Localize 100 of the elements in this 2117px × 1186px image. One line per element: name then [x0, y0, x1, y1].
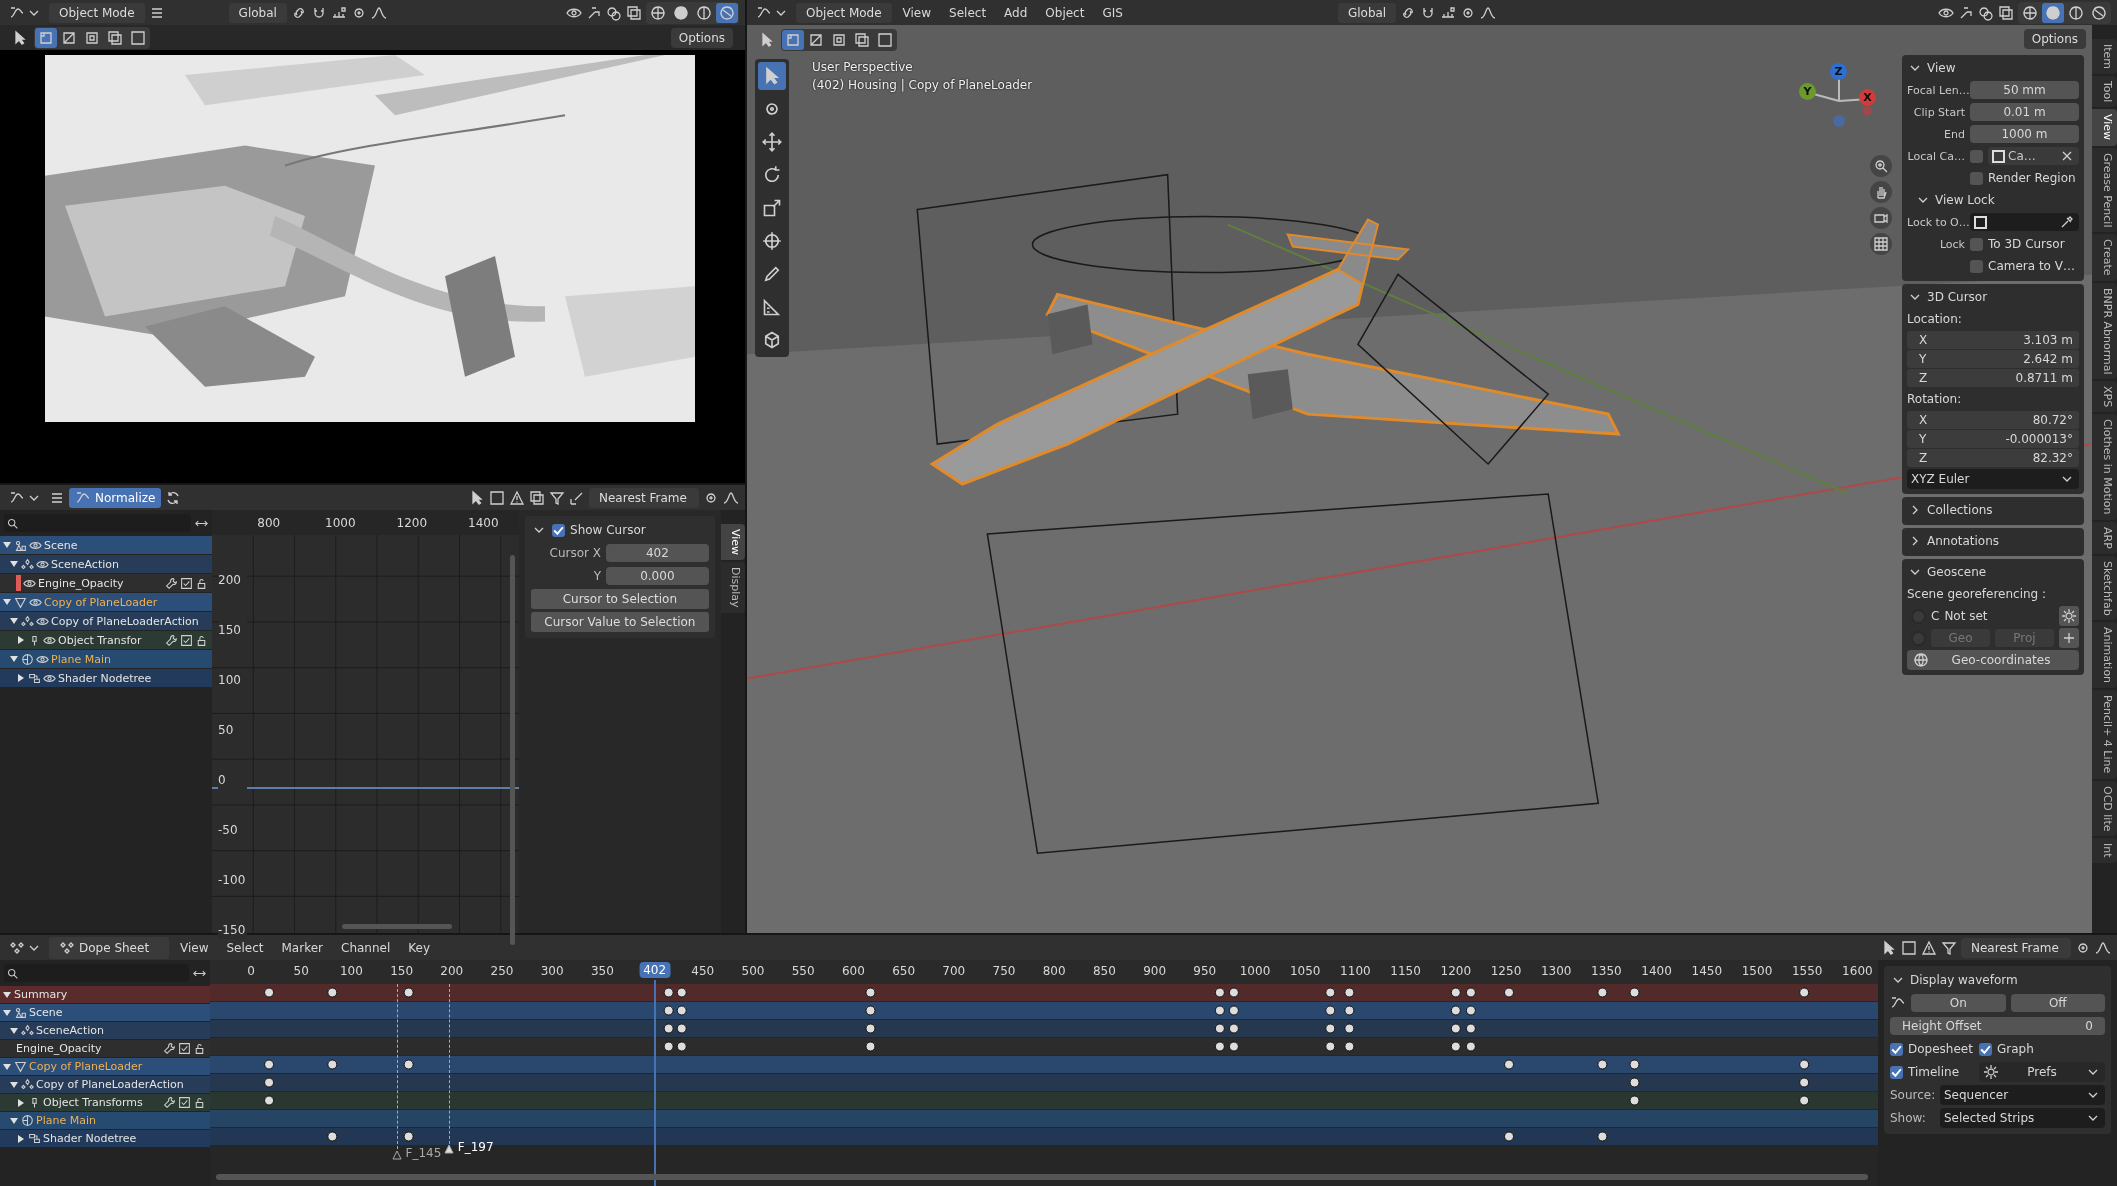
scrollbar[interactable]	[342, 924, 453, 929]
wrench-icon[interactable]	[165, 576, 179, 590]
menu-item[interactable]: Key	[401, 940, 438, 955]
cube-add-icon[interactable]	[762, 330, 782, 350]
collapse-arrow-icon[interactable]	[16, 1097, 26, 1108]
checkbox[interactable]	[1970, 171, 1983, 185]
checkbox[interactable]	[1970, 149, 1983, 163]
value-field[interactable]: 1000 m	[1970, 125, 2079, 143]
checkbox[interactable]	[1970, 237, 1983, 251]
expand-arrow-icon[interactable]	[9, 1115, 19, 1126]
wrench-icon[interactable]	[163, 1042, 176, 1055]
vertex-icon[interactable]	[785, 32, 801, 48]
vector-field[interactable]: Z 0.8711 m	[1907, 369, 2079, 387]
solid-shading-icon[interactable]	[673, 4, 689, 21]
sidebar-tab[interactable]: Create	[2092, 234, 2117, 281]
toggle-button[interactable]: On	[1911, 994, 2006, 1012]
marker-triangle-icon[interactable]	[391, 1150, 402, 1160]
grid-icon[interactable]	[1873, 236, 1889, 252]
node-tree-icon[interactable]	[28, 1132, 41, 1145]
scrollbar[interactable]	[216, 1174, 1868, 1180]
warning-icon[interactable]	[1921, 939, 1937, 956]
camera-field[interactable]: Ca…	[1988, 147, 2079, 165]
show-dropdown[interactable]: Selected Strips	[1940, 1108, 2105, 1128]
height-offset-field[interactable]: Height Offset 0	[1890, 1017, 2105, 1035]
vector-field[interactable]: X 3.103 m	[1907, 331, 2079, 349]
search-icon[interactable]	[6, 966, 19, 980]
geo-coordinates-button[interactable]: Geo-coordinates	[1907, 650, 2079, 670]
xray-icon[interactable]	[854, 32, 870, 48]
material-icon[interactable]	[21, 652, 34, 666]
panel-button[interactable]: Cursor to Selection	[531, 589, 709, 609]
menu-item[interactable]: View	[173, 940, 216, 955]
checkbox-icon[interactable]	[180, 633, 194, 647]
snap-icon[interactable]	[1440, 4, 1457, 21]
prefs-dropdown[interactable]: Prefs	[1979, 1062, 2105, 1082]
sidebar-tab[interactable]: Clothes in Motion	[2092, 414, 2117, 520]
sidebar-tab[interactable]: Pencil+ 4 Line	[2092, 690, 2117, 779]
panel-header[interactable]: Geoscene	[1907, 562, 2079, 582]
snap-icon[interactable]	[330, 4, 347, 21]
expand-arrow-icon[interactable]	[2, 1007, 12, 1018]
expand-arrow-icon[interactable]	[9, 616, 19, 626]
menu-item[interactable]: Add	[997, 5, 1035, 20]
search-icon[interactable]	[6, 516, 19, 530]
rotation-mode-dropdown[interactable]: XYZ Euler	[1907, 469, 2079, 489]
channel-name[interactable]: Scene	[44, 538, 78, 552]
sidebar-tab[interactable]: Item	[2092, 39, 2117, 75]
zoom-icon[interactable]	[1873, 158, 1889, 174]
checkbox[interactable]	[1890, 1065, 1903, 1079]
filter-icon[interactable]	[549, 489, 565, 506]
filter-icon[interactable]	[1941, 939, 1957, 956]
mode-dropdown[interactable]: Object Mode	[796, 2, 892, 23]
vector-field[interactable]: X 80.72°	[1907, 411, 2079, 429]
vector-field[interactable]: Y 2.642 m	[1907, 350, 2079, 368]
collapse-arrow-icon[interactable]	[16, 1133, 26, 1144]
sidebar-tab[interactable]: Int	[2092, 838, 2117, 863]
sidebar-tab[interactable]: Tool	[2092, 76, 2117, 108]
panel-header[interactable]: 3D Cursor	[1907, 287, 2079, 307]
xray-icon[interactable]	[1998, 4, 2014, 21]
toggle-button[interactable]: Off	[2010, 994, 2105, 1012]
menu-item[interactable]: View	[895, 5, 939, 20]
face-icon[interactable]	[831, 32, 847, 48]
action-icon[interactable]	[21, 1024, 34, 1037]
marker-triangle-icon[interactable]	[443, 1144, 454, 1154]
lock-icon[interactable]	[193, 1042, 206, 1055]
checkbox[interactable]	[1890, 1042, 1903, 1056]
collapse-arrow-icon[interactable]	[16, 673, 26, 683]
sidebar-tab[interactable]: BNPR Abnormal	[2092, 282, 2117, 380]
overlay-icon[interactable]	[1978, 4, 1994, 21]
edge-icon[interactable]	[61, 29, 77, 46]
vertex-icon[interactable]	[38, 29, 54, 46]
sidebar-tab[interactable]: View	[2092, 109, 2117, 146]
face-icon[interactable]	[84, 29, 100, 46]
sidebar-tab[interactable]: Animation	[2092, 622, 2117, 689]
gizmo-icon[interactable]	[586, 4, 602, 21]
lock-icon[interactable]	[193, 1096, 206, 1109]
action-icon[interactable]	[21, 557, 34, 571]
expand-arrow-icon[interactable]	[2, 597, 12, 607]
cursor-icon[interactable]	[759, 32, 775, 48]
scale-icon[interactable]	[762, 198, 782, 218]
show-cursor-checkbox[interactable]	[552, 523, 566, 537]
box-select-icon[interactable]	[877, 32, 893, 48]
node-tree-icon[interactable]	[28, 671, 41, 685]
rotate-icon[interactable]	[762, 165, 782, 185]
ruler-icon[interactable]	[762, 297, 782, 317]
search-field[interactable]	[4, 964, 189, 982]
checkbox[interactable]	[1970, 259, 1983, 273]
options-dropdown[interactable]: Options	[670, 27, 733, 48]
xray-icon[interactable]	[107, 29, 123, 46]
sidebar-tab[interactable]: ARP	[2092, 521, 2117, 554]
channel-name[interactable]: Scene	[29, 1006, 63, 1019]
sidebar-tab[interactable]: Display	[720, 562, 745, 613]
menu-item[interactable]: Channel	[334, 940, 398, 955]
cursor-icon[interactable]	[469, 489, 485, 506]
current-frame-indicator[interactable]: 402	[639, 962, 671, 978]
scene-icon[interactable]	[14, 1006, 27, 1019]
collapse-arrow-icon[interactable]	[16, 635, 26, 645]
box-select-icon[interactable]	[489, 489, 505, 506]
gizmo-icon[interactable]	[1958, 4, 1974, 21]
wrench-icon[interactable]	[165, 633, 179, 647]
expand-arrow-icon[interactable]	[2, 540, 12, 550]
pencil-icon[interactable]	[762, 264, 782, 284]
